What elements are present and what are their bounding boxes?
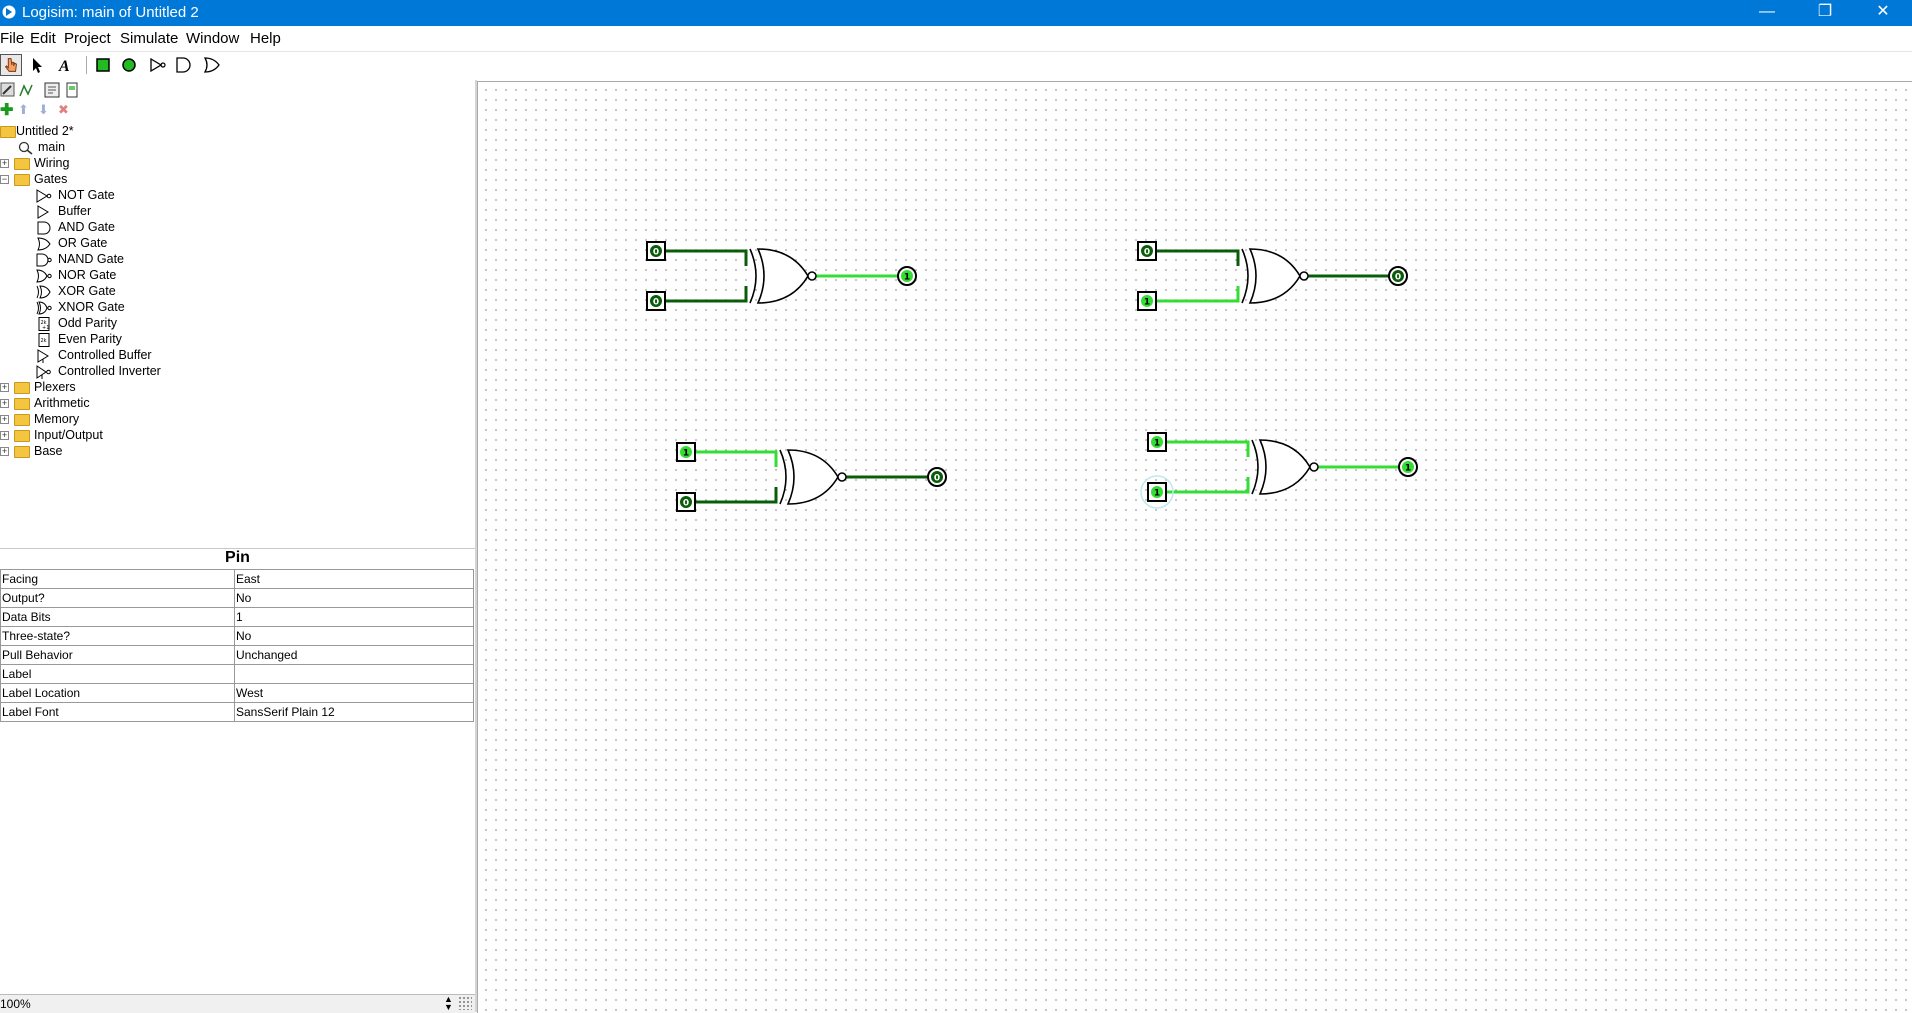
svg-text:2k: 2k	[41, 338, 47, 344]
circuit-canvas[interactable]	[477, 81, 1912, 1013]
menu-project[interactable]: Project	[64, 30, 111, 47]
prop-key: Facing	[0, 569, 235, 589]
collapse-icon[interactable]: −	[0, 175, 9, 184]
explorer-tree: Untitled 2* main + Wiring − Gates NOT Ga…	[0, 122, 476, 547]
prop-key: Label Font	[0, 702, 235, 722]
odd-parity-icon: 2k+1	[38, 317, 50, 331]
nand-gate-icon	[36, 253, 52, 267]
folder-icon	[14, 158, 30, 170]
expand-icon[interactable]: +	[0, 431, 9, 440]
svg-text:A: A	[58, 58, 70, 75]
menu-help[interactable]: Help	[250, 30, 281, 47]
folder-icon	[14, 382, 30, 394]
prop-value[interactable]: Unchanged	[234, 645, 474, 665]
output-pin-tool-icon[interactable]	[118, 54, 140, 76]
buffer-icon	[37, 205, 49, 219]
not-gate-icon	[36, 189, 52, 203]
expand-icon[interactable]: +	[0, 383, 9, 392]
zoom-spinner-icon[interactable]: ▲ ▼	[444, 995, 453, 1012]
prop-value[interactable]: 1	[234, 607, 474, 627]
folder-icon	[14, 430, 30, 442]
expand-icon[interactable]: +	[0, 415, 9, 424]
properties-table: Facing East Output? No Data Bits 1 Three-st…	[0, 569, 474, 722]
toolbar: A	[0, 52, 1912, 80]
prop-key: Label	[0, 664, 235, 684]
nor-gate-icon	[36, 269, 52, 283]
explorer-toolbar	[0, 80, 475, 102]
magnifier-icon	[18, 141, 33, 155]
prop-key: Output?	[0, 588, 235, 608]
not-gate-tool-icon[interactable]	[146, 54, 168, 76]
prop-row-label-font[interactable]: Label Font SansSerif Plain 12	[0, 702, 474, 722]
and-gate-icon	[37, 221, 51, 235]
menu-edit[interactable]: Edit	[30, 30, 56, 47]
toolbar-separator	[86, 56, 87, 74]
or-gate-icon	[37, 237, 51, 251]
prop-row-facing[interactable]: Facing East	[0, 569, 474, 589]
properties-title: Pin	[0, 548, 475, 569]
delete-circuit-icon[interactable]: ✖	[58, 102, 69, 118]
controlled-inverter-icon	[36, 365, 51, 379]
input-pin-tool-icon[interactable]	[92, 54, 114, 76]
prop-row-data-bits[interactable]: Data Bits 1	[0, 607, 474, 627]
zoom-bar: 100% ▲ ▼	[0, 994, 475, 1013]
menu-window[interactable]: Window	[186, 30, 239, 47]
prop-key: Pull Behavior	[0, 645, 235, 665]
prop-value[interactable]: West	[234, 683, 474, 703]
prop-key: Data Bits	[0, 607, 235, 627]
folder-icon	[14, 398, 30, 410]
prop-row-output[interactable]: Output? No	[0, 588, 474, 608]
simulate-tree-icon[interactable]	[18, 82, 34, 98]
zoom-level: 100%	[0, 997, 31, 1011]
add-circuit-icon[interactable]: ✚	[0, 100, 13, 120]
menu-file[interactable]: File	[0, 30, 24, 47]
prop-row-pull-behavior[interactable]: Pull Behavior Unchanged	[0, 645, 474, 665]
prop-value[interactable]: No	[234, 626, 474, 646]
move-up-icon[interactable]: ⬆	[18, 102, 29, 118]
expand-icon[interactable]: +	[0, 159, 9, 168]
poke-tool-icon[interactable]	[0, 54, 22, 76]
xnor-gate-icon	[36, 301, 52, 315]
folder-icon	[14, 174, 30, 186]
menu-bar: File Edit Project Simulate Window Help	[0, 26, 1912, 52]
move-down-icon[interactable]: ⬇	[38, 102, 49, 118]
folder-icon	[14, 446, 30, 458]
logisim-app-icon	[2, 5, 16, 19]
prop-row-label[interactable]: Label	[0, 664, 474, 684]
window-title: Logisim: main of Untitled 2	[22, 4, 199, 21]
text-tool-icon[interactable]: A	[54, 54, 76, 76]
prop-row-three-state[interactable]: Three-state? No	[0, 626, 474, 646]
select-tool-icon[interactable]	[26, 54, 48, 76]
even-parity-icon: 2k	[38, 333, 50, 347]
controlled-buffer-icon	[37, 349, 49, 363]
title-bar: Logisim: main of Untitled 2 — ❐ ✕	[0, 0, 1912, 26]
grid-toggle-icon[interactable]	[458, 996, 472, 1010]
prop-row-label-location[interactable]: Label Location West	[0, 683, 474, 703]
restore-button[interactable]: ❐	[1796, 0, 1854, 26]
menu-simulate[interactable]: Simulate	[120, 30, 178, 47]
layout-view-icon[interactable]	[44, 82, 60, 98]
folder-icon	[14, 414, 30, 426]
prop-value[interactable]	[234, 664, 474, 684]
and-gate-tool-icon[interactable]	[172, 54, 194, 76]
prop-key: Label Location	[0, 683, 235, 703]
svg-text:+1: +1	[42, 325, 49, 331]
explorer-toolbar-secondary: ✚ ⬆ ⬇ ✖	[0, 102, 475, 122]
expand-icon[interactable]: +	[0, 399, 9, 408]
or-gate-tool-icon[interactable]	[200, 54, 222, 76]
appearance-view-icon[interactable]	[64, 82, 80, 98]
prop-value[interactable]: East	[234, 569, 474, 589]
prop-value[interactable]: SansSerif Plain 12	[234, 702, 474, 722]
folder-icon	[0, 126, 16, 138]
minimize-button[interactable]: —	[1738, 0, 1796, 26]
edit-tool-icon[interactable]	[0, 82, 16, 98]
expand-icon[interactable]: +	[0, 447, 9, 456]
close-button[interactable]: ✕	[1854, 0, 1912, 26]
xor-gate-icon	[36, 285, 51, 299]
prop-value[interactable]: No	[234, 588, 474, 608]
prop-key: Three-state?	[0, 626, 235, 646]
